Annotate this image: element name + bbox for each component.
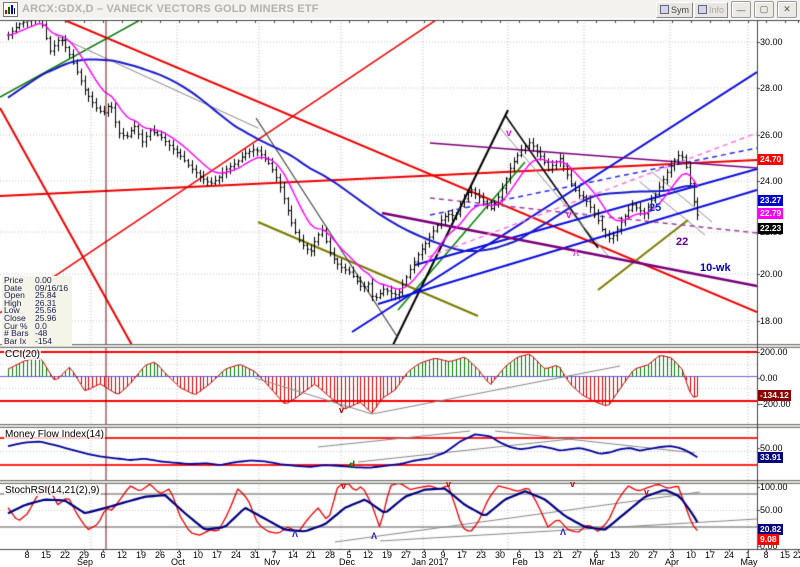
qcharts-window: ARCX:GDX,D – VANECK VECTORS GOLD MINERS … <box>0 0 800 567</box>
chart-canvas[interactable] <box>0 0 800 567</box>
info-value: -154 <box>35 335 53 346</box>
sym-button[interactable]: Sym <box>655 1 693 18</box>
info-row: Bar Ix -154 <box>4 335 70 346</box>
sym-button-icon <box>659 5 669 14</box>
close-button[interactable]: ✕ <box>777 1 797 18</box>
window-title: ARCX:GDX,D – VANECK VECTORS GOLD MINERS … <box>22 3 319 15</box>
restore-button[interactable]: ▢ <box>754 1 774 18</box>
info-key: Bar Ix <box>4 335 27 346</box>
info-button[interactable]: Info <box>693 1 728 18</box>
app-icon <box>3 1 18 17</box>
title-bar[interactable]: ARCX:GDX,D – VANECK VECTORS GOLD MINERS … <box>0 0 800 18</box>
cursor-info-box: Price 0.00 Date 09/16/16 Open 25.84 High 26.31 L… <box>2 276 72 347</box>
minimize-button[interactable]: — <box>731 1 751 18</box>
info-button-icon <box>697 5 707 14</box>
